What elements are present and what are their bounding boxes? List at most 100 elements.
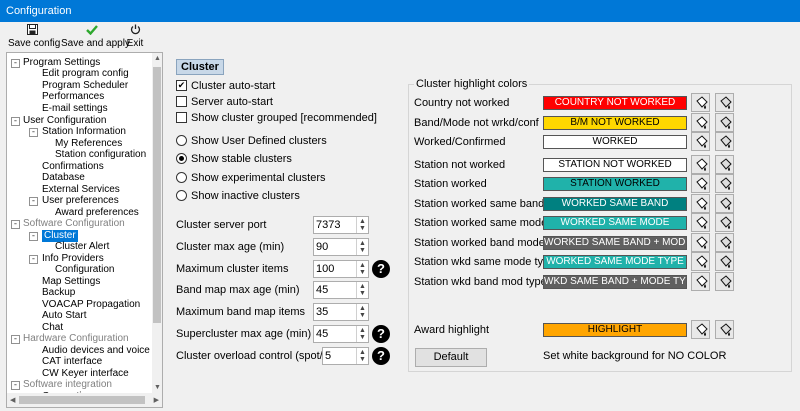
spinner-up-icon[interactable]: ▲ — [359, 218, 366, 225]
scroll-thumb[interactable] — [153, 67, 161, 323]
background-color-button[interactable] — [691, 93, 710, 112]
spinner-arrows[interactable]: ▲ ▼ — [356, 261, 368, 277]
exit-button[interactable]: Exit — [126, 24, 144, 50]
text-color-button[interactable] — [715, 155, 734, 174]
radio-row[interactable]: Show stable clusters — [176, 153, 396, 167]
checkbox-row[interactable]: Show cluster grouped [recommended] — [176, 112, 396, 126]
text-color-button[interactable] — [715, 272, 734, 291]
color-swatch[interactable]: STATION NOT WORKED — [543, 158, 687, 172]
background-color-button[interactable] — [691, 252, 710, 271]
spinner-up-icon[interactable]: ▲ — [359, 327, 366, 334]
spinner-down-icon[interactable]: ▼ — [359, 269, 366, 276]
tree-expander-icon[interactable]: - — [29, 255, 38, 264]
tree-item[interactable]: Station configuration — [55, 149, 146, 161]
tree-item[interactable]: Software Configuration — [23, 218, 125, 230]
tree-item[interactable]: Performances — [42, 91, 104, 103]
text-color-button[interactable] — [715, 194, 734, 213]
number-input[interactable]: 45 ▲ ▼ — [313, 281, 369, 299]
color-swatch[interactable]: WORKED SAME MODE TYPE — [543, 255, 687, 269]
tree-item[interactable]: Software integration — [23, 379, 112, 391]
spinner-arrows[interactable]: ▲ ▼ — [356, 282, 368, 298]
tree-expander-icon[interactable]: - — [29, 128, 38, 137]
tree-vertical-scrollbar[interactable]: ▲ ▼ — [152, 53, 162, 393]
award-highlight-swatch[interactable]: HIGHLIGHT — [543, 323, 687, 337]
spinner-arrows[interactable]: ▲ ▼ — [356, 348, 368, 364]
spinner-arrows[interactable]: ▲ ▼ — [356, 326, 368, 342]
tree-item[interactable]: E-mail settings — [42, 103, 108, 115]
award-background-color-button[interactable] — [691, 320, 710, 339]
color-swatch[interactable]: WKD SAME BAND + MODE TYPE — [543, 275, 687, 289]
color-swatch[interactable]: WORKED SAME BAND — [543, 197, 687, 211]
tree-expander-icon[interactable]: - — [29, 232, 38, 241]
text-color-button[interactable] — [715, 213, 734, 232]
scroll-up-arrow-icon[interactable]: ▲ — [154, 55, 161, 62]
checkbox[interactable]: ✔ — [176, 80, 187, 91]
text-color-button[interactable] — [715, 233, 734, 252]
spinner-arrows[interactable]: ▲ ▼ — [356, 239, 368, 255]
tree-item[interactable]: Hardware Configuration — [23, 333, 129, 345]
text-color-button[interactable] — [715, 93, 734, 112]
checkbox[interactable] — [176, 96, 187, 107]
text-color-button[interactable] — [715, 174, 734, 193]
text-color-button[interactable] — [715, 113, 734, 132]
tree-item[interactable]: Configuration — [55, 264, 114, 276]
tree-item[interactable]: Edit program config — [42, 68, 129, 80]
help-icon[interactable]: ? — [372, 347, 390, 365]
number-input[interactable]: 7373 ▲ ▼ — [313, 216, 369, 234]
spinner-down-icon[interactable]: ▼ — [359, 356, 366, 363]
tree-expander-icon[interactable]: - — [29, 197, 38, 206]
color-swatch[interactable]: WORKED SAME MODE — [543, 216, 687, 230]
number-input[interactable]: 90 ▲ ▼ — [313, 238, 369, 256]
spinner-up-icon[interactable]: ▲ — [359, 305, 366, 312]
spinner-down-icon[interactable]: ▼ — [359, 290, 366, 297]
tree-item[interactable]: Backup — [42, 287, 75, 299]
background-color-button[interactable] — [691, 213, 710, 232]
number-input[interactable]: 35 ▲ ▼ — [313, 303, 369, 321]
number-input[interactable]: 100 ▲ ▼ — [313, 260, 369, 278]
horizontal-scroll-thumb[interactable] — [19, 396, 145, 404]
tree-item[interactable]: Cluster Alert — [55, 241, 109, 253]
radio-row[interactable]: Show experimental clusters — [176, 172, 396, 186]
color-swatch[interactable]: WORKED SAME BAND + MODE — [543, 236, 687, 250]
save-config-button[interactable]: Save config — [8, 24, 60, 50]
tree-item[interactable]: Database — [42, 172, 85, 184]
tree-expander-icon[interactable]: - — [11, 220, 20, 229]
tree-item[interactable]: Station Information — [42, 126, 126, 138]
checkbox[interactable] — [176, 112, 187, 123]
color-swatch[interactable]: STATION WORKED — [543, 177, 687, 191]
color-swatch[interactable]: B/M NOT WORKED — [543, 116, 687, 130]
background-color-button[interactable] — [691, 132, 710, 151]
spinner-up-icon[interactable]: ▲ — [359, 283, 366, 290]
tree-item[interactable]: Auto Start — [42, 310, 86, 322]
background-color-button[interactable] — [691, 233, 710, 252]
spinner-arrows[interactable]: ▲ ▼ — [356, 217, 368, 233]
checkbox-row[interactable]: ✔ Cluster auto-start — [176, 80, 396, 94]
background-color-button[interactable] — [691, 155, 710, 174]
number-input[interactable]: 5 ▲ ▼ — [322, 347, 369, 365]
spinner-down-icon[interactable]: ▼ — [359, 334, 366, 341]
tree-horizontal-scrollbar[interactable]: ◀ ▶ — [7, 393, 162, 407]
checkbox-row[interactable]: Server auto-start — [176, 96, 396, 110]
award-text-color-button[interactable] — [715, 320, 734, 339]
spinner-down-icon[interactable]: ▼ — [359, 247, 366, 254]
radio-row[interactable]: Show User Defined clusters — [176, 135, 396, 149]
help-icon[interactable]: ? — [372, 325, 390, 343]
number-input[interactable]: 45 ▲ ▼ — [313, 325, 369, 343]
save-and-apply-button[interactable]: Save and apply — [61, 24, 130, 50]
tree-expander-icon[interactable]: - — [11, 335, 20, 344]
tree-expander-icon[interactable]: - — [11, 381, 20, 390]
scroll-right-arrow-icon[interactable]: ▶ — [154, 396, 159, 404]
scroll-left-arrow-icon[interactable]: ◀ — [10, 396, 15, 404]
radio-row[interactable]: Show inactive clusters — [176, 190, 396, 204]
spinner-down-icon[interactable]: ▼ — [359, 225, 366, 232]
color-swatch[interactable]: COUNTRY NOT WORKED — [543, 96, 687, 110]
spinner-up-icon[interactable]: ▲ — [359, 262, 366, 269]
text-color-button[interactable] — [715, 132, 734, 151]
radio-button[interactable] — [176, 172, 187, 183]
color-swatch[interactable]: WORKED — [543, 135, 687, 149]
spinner-up-icon[interactable]: ▲ — [359, 240, 366, 247]
background-color-button[interactable] — [691, 174, 710, 193]
tree-expander-icon[interactable]: - — [11, 117, 20, 126]
scroll-down-arrow-icon[interactable]: ▼ — [154, 384, 161, 391]
radio-button[interactable] — [176, 153, 187, 164]
